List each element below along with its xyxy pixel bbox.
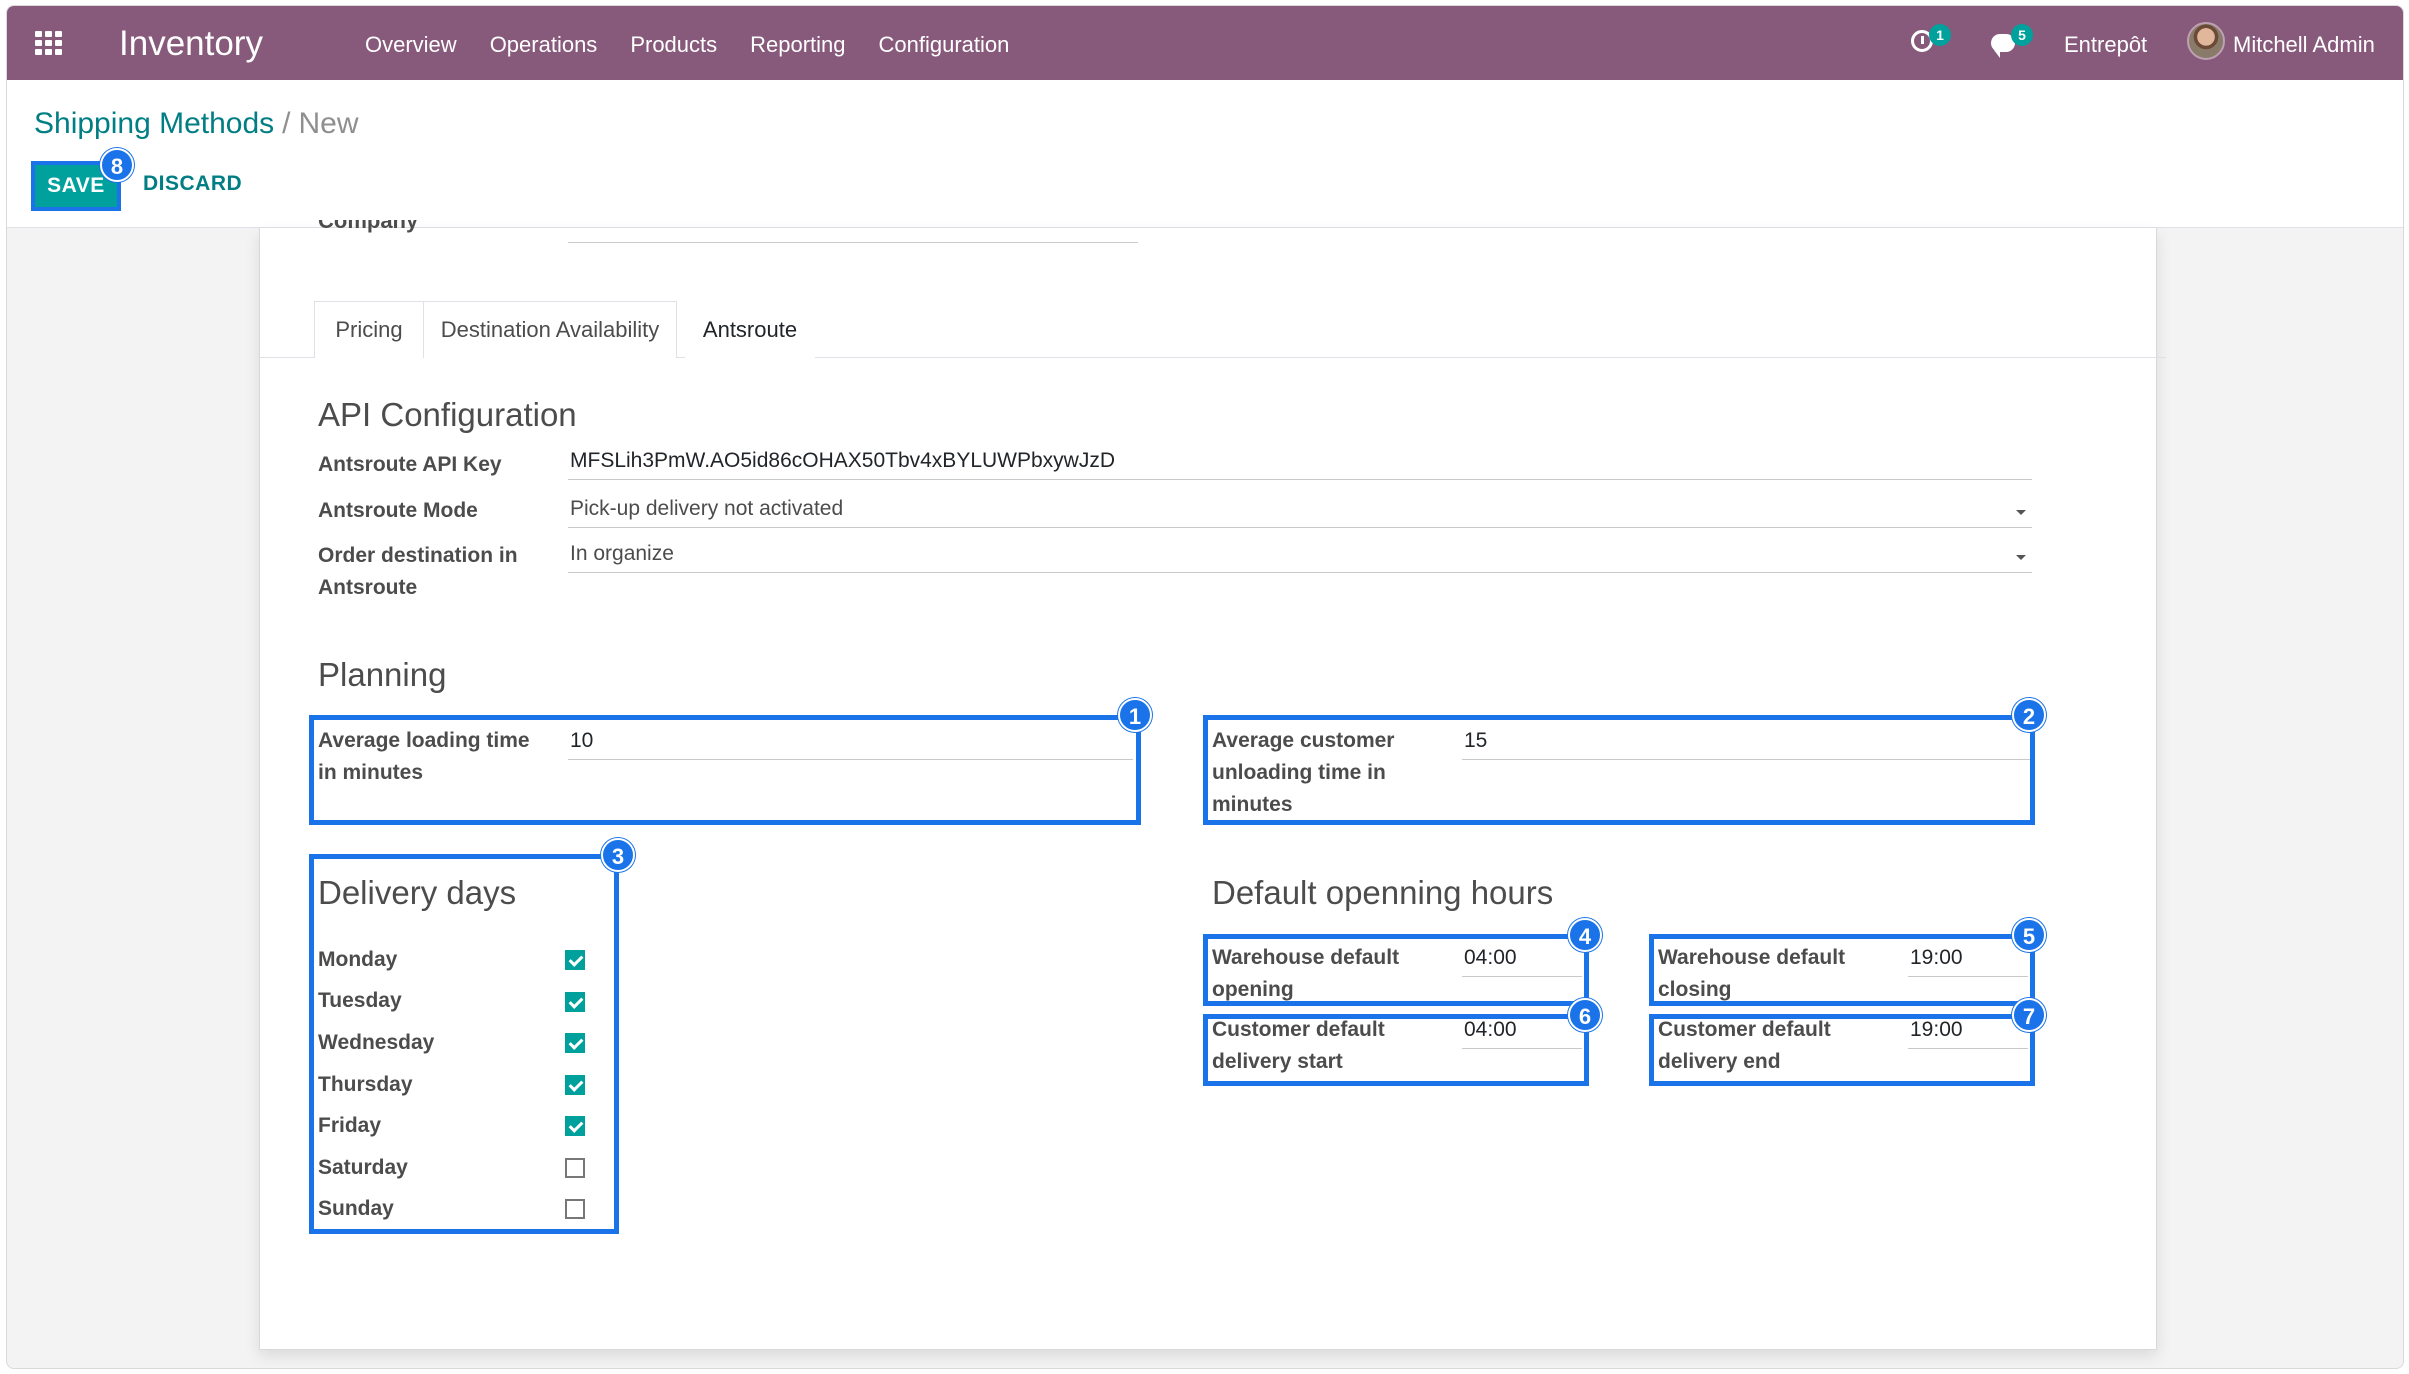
loading-time-label-line2: in minutes [318,761,424,784]
cust-end-input[interactable]: 19:00 [1908,1015,2028,1049]
marker-7: 7 [2012,998,2046,1032]
marker-6: 6 [1568,998,1602,1032]
loading-time-label-line1: Average loading time [318,729,530,752]
unloading-time-input[interactable]: 15 [1462,726,2030,760]
checkbox-saturday[interactable] [565,1158,585,1178]
breadcrumb: Shipping Methods / New [34,107,359,141]
breadcrumb-separator: / [282,107,291,140]
activity-badge: 1 [1929,24,1951,46]
order-destination-dropdown-icon [2016,555,2026,560]
api-config-title: API Configuration [318,396,577,433]
wh-closing-label-line1: Warehouse default [1658,946,1846,969]
marker-1: 1 [1118,698,1152,732]
checkbox-tuesday[interactable] [565,992,585,1012]
cust-end-label: Customer default delivery end [1658,1014,1831,1078]
mode-select[interactable]: Pick-up delivery not activated [568,494,2032,528]
company-label-partial: Company [318,220,419,233]
notebook-tabs: Pricing Destination Availability Antsrou… [260,301,2166,358]
cust-start-label-line2: delivery start [1212,1050,1343,1073]
discard-button[interactable]: DISCARD [143,172,242,196]
day-label-thursday: Thursday [318,1073,413,1096]
order-destination-label: Order destination in Antsroute [318,540,518,604]
tab-pricing[interactable]: Pricing [314,301,424,358]
tab-antsroute[interactable]: Antsroute [685,301,815,358]
user-menu[interactable]: Mitchell Admin [2233,32,2375,58]
message-badge: 5 [2011,24,2033,46]
wh-opening-label: Warehouse default opening [1212,942,1399,1006]
cust-start-input[interactable]: 04:00 [1462,1015,1582,1049]
breadcrumb-current: New [298,107,359,140]
marker-5: 5 [2012,918,2046,952]
loading-time-label: Average loading time in minutes [318,725,530,789]
marker-8: 8 [100,148,134,182]
wh-opening-label-line2: opening [1212,978,1294,1001]
api-key-label: Antsroute API Key [318,453,502,476]
activities-button[interactable]: 1 [1907,6,1957,80]
loading-time-input[interactable]: 10 [568,726,1133,760]
cust-start-label-line1: Customer default [1212,1018,1385,1041]
menu-overview[interactable]: Overview [365,32,457,58]
unloading-time-label-line2: unloading time in [1212,761,1386,784]
apps-grid-icon[interactable] [35,31,65,55]
delivery-days-title: Delivery days [318,874,517,911]
day-label-sunday: Sunday [318,1197,394,1220]
tab-destination-availability[interactable]: Destination Availability [423,301,677,358]
menu-reporting[interactable]: Reporting [750,32,845,58]
menu-operations[interactable]: Operations [490,32,598,58]
wh-closing-label: Warehouse default closing [1658,942,1845,1006]
user-avatar[interactable] [2187,22,2225,60]
day-label-friday: Friday [318,1114,382,1137]
cust-end-label-line1: Customer default [1658,1018,1831,1041]
checkbox-friday[interactable] [565,1116,585,1136]
mode-label: Antsroute Mode [318,499,478,522]
company-field-partial[interactable] [568,242,1138,243]
cust-end-label-line2: delivery end [1658,1050,1781,1073]
cust-start-label: Customer default delivery start [1212,1014,1385,1078]
form-sheet: Company Pricing Destination Availability… [259,220,2166,1350]
api-key-field[interactable]: MFSLih3PmW.AO5id86cOHAX50Tbv4xBYLUWPbxyw… [568,446,2032,480]
mode-select-value: Pick-up delivery not activated [570,497,844,520]
menu-configuration[interactable]: Configuration [879,32,1010,58]
day-label-tuesday: Tuesday [318,989,402,1012]
breadcrumb-shipping-methods[interactable]: Shipping Methods [34,107,274,140]
checkbox-thursday[interactable] [565,1075,585,1095]
wh-opening-label-line1: Warehouse default [1212,946,1400,969]
app-title[interactable]: Inventory [119,24,263,64]
checkbox-sunday[interactable] [565,1199,585,1219]
company-switcher[interactable]: Entrepôt [2064,32,2147,58]
marker-4: 4 [1568,918,1602,952]
order-destination-value: In organize [570,542,674,565]
unloading-time-label: Average customer unloading time in minut… [1212,725,1394,821]
order-destination-label-line2: Antsroute [318,576,418,599]
wh-closing-input[interactable]: 19:00 [1908,943,2028,977]
checkbox-monday[interactable] [565,950,585,970]
planning-title: Planning [318,656,447,693]
messages-button[interactable]: 5 [1987,6,2037,80]
order-destination-select[interactable]: In organize [568,539,2032,573]
main-menu: Overview Operations Products Reporting C… [365,32,1009,58]
menu-products[interactable]: Products [630,32,717,58]
marker-2: 2 [2012,698,2046,732]
top-navbar: Inventory Overview Operations Products R… [7,6,2403,80]
unloading-time-label-line3: minutes [1212,793,1293,816]
app-window: Inventory Overview Operations Products R… [6,5,2404,1369]
checkbox-wednesday[interactable] [565,1033,585,1053]
day-label-wednesday: Wednesday [318,1031,435,1054]
unloading-time-label-line1: Average customer [1212,729,1395,752]
marker-3: 3 [601,838,635,872]
opening-hours-title: Default openning hours [1212,874,1554,911]
mode-dropdown-icon [2016,510,2026,515]
day-label-monday: Monday [318,948,398,971]
wh-opening-input[interactable]: 04:00 [1462,943,1582,977]
day-label-saturday: Saturday [318,1156,408,1179]
order-destination-label-line1: Order destination in [318,544,518,567]
control-panel: Shipping Methods / New SAVE 8 DISCARD [7,80,2403,228]
wh-closing-label-line2: closing [1658,978,1732,1001]
